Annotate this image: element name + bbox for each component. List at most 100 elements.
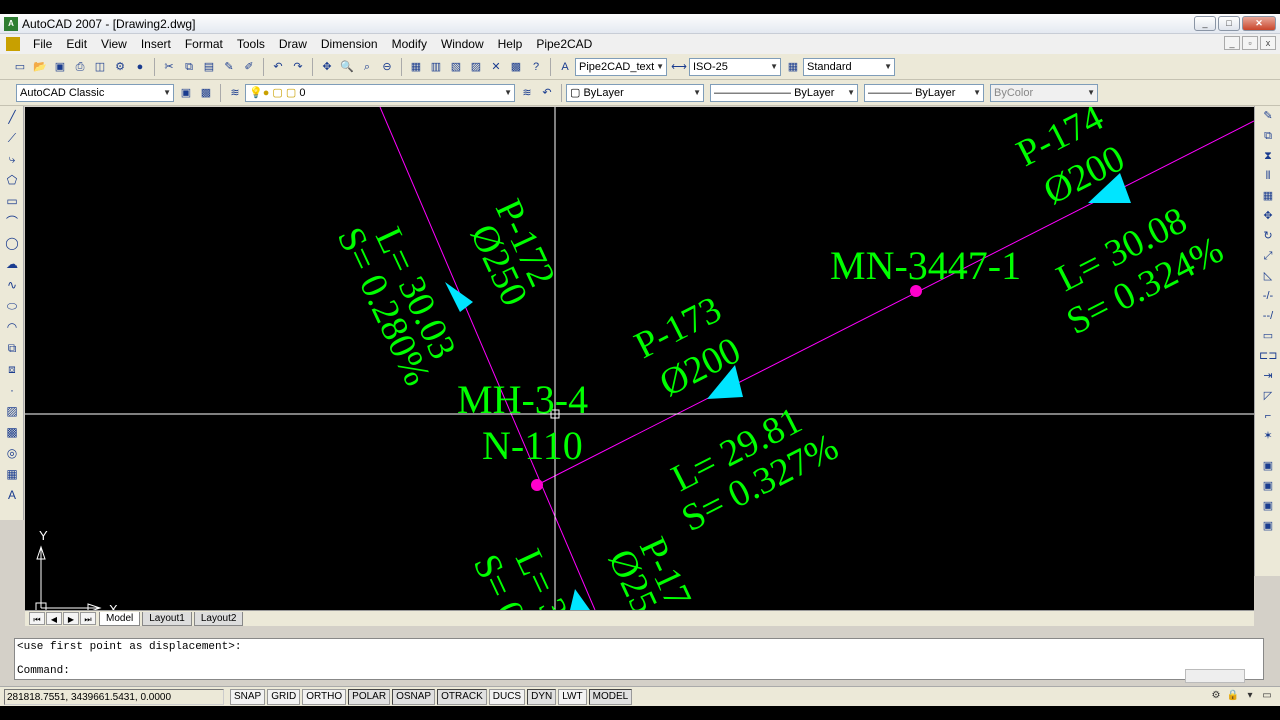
menu-format[interactable]: Format [178,37,230,51]
lock-icon[interactable]: 🔒 [1226,689,1240,703]
ortho-toggle[interactable]: ORTHO [302,688,347,705]
pan-icon[interactable]: ✥ [319,59,335,75]
menu-file[interactable]: File [26,37,59,51]
fillet-icon[interactable]: ⌐ [1259,407,1277,425]
multiline-text-icon[interactable]: A [3,486,21,504]
text-style-select[interactable]: Pipe2CAD_text ▼ [575,57,667,76]
prev-tab-icon[interactable]: ◀ [46,612,62,625]
tab-layout2[interactable]: Layout2 [193,611,244,626]
autocad-app-icon[interactable]: A [4,16,18,31]
plotstyle-select[interactable]: ByColor ▼ [990,83,1098,102]
region-icon[interactable]: ◎ [3,444,21,462]
lwt-toggle[interactable]: LWT [558,688,587,705]
rotate-icon[interactable]: ↻ [1259,227,1277,245]
array-icon[interactable]: ▦ [1259,187,1277,205]
workspace-save-icon[interactable]: ▩ [198,85,214,101]
osnap-toggle[interactable]: OSNAP [392,688,436,705]
insert-block-icon[interactable]: ⧉ [3,339,21,357]
table-style-icon[interactable]: ▦ [785,59,801,75]
polygon-icon[interactable]: ⬠ [3,171,21,189]
open-icon[interactable]: 📂 [32,59,48,75]
menu-dimension[interactable]: Dimension [314,37,385,51]
communication-center-icon[interactable]: ⚙ [1209,689,1223,703]
new-icon[interactable]: ▭ [12,59,28,75]
layer-select[interactable]: 💡● ▢ ▢ 0 ▼ [245,83,515,102]
circle-icon[interactable]: ◯ [3,234,21,252]
layer-manager-icon[interactable]: ≋ [227,85,243,101]
ellipse-icon[interactable]: ⬭ [3,297,21,315]
zoom-realtime-icon[interactable]: 🔍 [339,59,355,75]
close-button[interactable]: ✕ [1242,16,1276,31]
tab-layout1[interactable]: Layout1 [142,611,192,626]
revision-cloud-icon[interactable]: ☁ [3,255,21,273]
hatch-icon[interactable]: ▨ [3,402,21,420]
tool-palettes-icon[interactable]: ▧ [448,59,464,75]
sheet-set-icon[interactable]: ▨ [468,59,484,75]
chamfer-icon[interactable]: ◸ [1259,387,1277,405]
extend-icon[interactable]: --/ [1259,307,1277,325]
command-text-area[interactable]: <use first point as displacement>: Comma… [14,638,1264,683]
match-properties-icon[interactable]: ✎ [221,59,237,75]
gradient-icon[interactable]: ▩ [3,423,21,441]
menu-edit[interactable]: Edit [59,37,94,51]
color-select[interactable]: ▢ ByLayer ▼ [566,83,704,102]
snap-toggle[interactable]: SNAP [230,688,266,705]
join-icon[interactable]: ⇥ [1259,367,1277,385]
scale-icon[interactable]: ⤢ [1259,247,1277,265]
explode-icon[interactable]: ✶ [1259,427,1277,445]
plot-icon[interactable]: ⎙ [72,59,88,75]
dim-style-icon[interactable]: ⟷ [671,59,687,75]
otrack-toggle[interactable]: OTRACK [437,688,487,705]
table-icon[interactable]: ▦ [3,465,21,483]
paste-icon[interactable]: ▤ [201,59,217,75]
workspace-select[interactable]: AutoCAD Classic ▼ [16,83,174,102]
grid-toggle[interactable]: GRID [267,688,301,705]
document-menu-icon[interactable] [6,37,20,51]
markup-icon[interactable]: ✕ [488,59,504,75]
status-menu-icon[interactable]: ▾ [1243,689,1257,703]
menu-draw[interactable]: Draw [272,37,314,51]
linetype-select[interactable]: ——————— ByLayer ▼ [710,83,858,102]
drawing-area[interactable]: P-172 Ø250 L= 30.03 S= 0.280% MH-3-4 N-1… [25,107,1254,610]
zoom-window-icon[interactable]: ⌕ [359,59,375,75]
ducs-toggle[interactable]: DUCS [488,688,526,705]
offset-icon[interactable]: ⫴ [1259,167,1277,185]
coordinate-readout[interactable]: 281818.7551, 3439661.5431, 0.0000 [4,688,224,705]
break-icon[interactable]: ⊏⊐ [1259,347,1277,365]
dyn-toggle[interactable]: DYN [527,688,557,705]
last-tab-icon[interactable]: ⏭ [80,612,96,625]
block-editor-icon[interactable]: ✐ [241,59,257,75]
menu-view[interactable]: View [94,37,134,51]
make-object-layer-current-icon[interactable]: ≋ [519,85,535,101]
manhole-node-n110[interactable] [531,479,543,491]
copy-icon[interactable]: ⧉ [181,59,197,75]
menu-window[interactable]: Window [434,37,491,51]
bring-above-icon[interactable]: ▣ [1259,497,1277,515]
plot-preview-icon[interactable]: ◫ [92,59,108,75]
line-icon[interactable]: ╱ [3,108,21,126]
break-at-point-icon[interactable]: ▭ [1259,327,1277,345]
command-scrollbar[interactable] [1185,669,1245,683]
calculator-icon[interactable]: ▩ [508,59,524,75]
spline-icon[interactable]: ∿ [3,276,21,294]
3d-dwf-icon[interactable]: ● [132,59,148,75]
text-style-icon[interactable]: A [557,59,573,75]
undo-icon[interactable]: ↶ [270,59,286,75]
lineweight-select[interactable]: ———— ByLayer ▼ [864,83,984,102]
menu-modify[interactable]: Modify [385,37,434,51]
model-toggle[interactable]: MODEL [588,688,633,705]
workspace-settings-icon[interactable]: ▣ [178,85,194,101]
tab-model[interactable]: Model [99,611,141,626]
table-style-select[interactable]: Standard ▼ [803,57,895,76]
command-prompt[interactable]: Command: [17,665,70,677]
doc-restore-button[interactable]: ▫ [1242,36,1258,50]
layer-previous-icon[interactable]: ↶ [539,85,555,101]
save-icon[interactable]: ▣ [52,59,68,75]
draw-order-front-icon[interactable]: ▣ [1259,457,1277,475]
construction-line-icon[interactable]: ⟋ [3,129,21,147]
erase-icon[interactable]: ✎ [1259,107,1277,125]
menu-tools[interactable]: Tools [230,37,272,51]
clean-screen-icon[interactable]: ▭ [1260,689,1274,703]
menu-pipe2cad[interactable]: Pipe2CAD [529,37,599,51]
polar-toggle[interactable]: POLAR [348,688,391,705]
